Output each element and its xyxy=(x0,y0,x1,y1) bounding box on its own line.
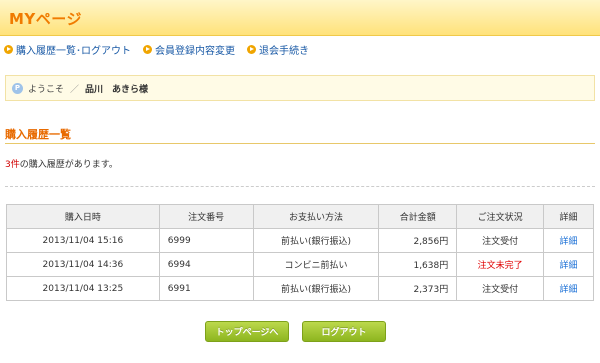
payment-method: 前払い(銀行振込) xyxy=(252,228,380,253)
order-number: 6999 xyxy=(158,228,254,253)
arrow-bullet-icon xyxy=(4,44,13,54)
welcome-greeting: ようこそ xyxy=(28,84,65,95)
table-row: 2013/11/04 13:25 6991 前払い(銀行振込) 2,373円 注… xyxy=(6,276,594,301)
history-count: 3件 xyxy=(5,160,20,170)
arrow-bullet-icon xyxy=(247,44,256,54)
table-row: 2013/11/04 15:16 6999 前払い(銀行振込) 2,856円 注… xyxy=(6,228,594,253)
column-header: 購入日時 xyxy=(6,204,160,229)
order-number: 6991 xyxy=(158,276,254,301)
top-page-button[interactable]: トップページへ xyxy=(205,321,289,342)
table-row: 2013/11/04 14:36 6994 コンビニ前払い 1,638円 注文未… xyxy=(6,252,594,277)
link-label: 会員登録内容変更 xyxy=(155,45,235,57)
order-total: 2,856円 xyxy=(378,228,458,253)
history-count-text: 3件の購入履歴があります。 xyxy=(5,157,118,170)
page-title: MYページ xyxy=(9,10,82,28)
order-date: 2013/11/04 14:36 xyxy=(6,252,160,277)
column-header: 合計金額 xyxy=(378,204,458,229)
section-divider xyxy=(5,143,595,144)
order-status: 注文受付 xyxy=(456,276,545,301)
link-withdraw[interactable]: 退会手続き xyxy=(247,42,309,57)
order-status: 注文未完了 xyxy=(456,252,545,277)
link-label: 退会手続き xyxy=(259,45,309,57)
payment-method: 前払い(銀行振込) xyxy=(252,276,380,301)
payment-method: コンビニ前払い xyxy=(252,252,380,277)
purchase-history-table: 購入日時 注文番号 お支払い方法 合計金額 ご注文状況 詳細 2013/11/0… xyxy=(6,204,594,301)
page-header: MYページ xyxy=(0,0,600,36)
logout-button[interactable]: ログアウト xyxy=(302,321,386,342)
dashed-divider xyxy=(5,186,595,187)
order-total: 2,373円 xyxy=(378,276,458,301)
point-icon: P xyxy=(12,82,23,94)
detail-cell: 詳細 xyxy=(543,228,594,253)
arrow-bullet-icon xyxy=(143,44,152,54)
order-date: 2013/11/04 15:16 xyxy=(6,228,160,253)
mypage-links: 購入履歴一覧･ログアウト 会員登録内容変更 退会手続き xyxy=(4,42,321,57)
detail-cell: 詳細 xyxy=(543,252,594,277)
column-header: ご注文状況 xyxy=(456,204,545,229)
section-title: 購入履歴一覧 xyxy=(5,128,71,141)
detail-link[interactable]: 詳細 xyxy=(560,261,578,271)
link-purchase-history-logout[interactable]: 購入履歴一覧･ログアウト xyxy=(4,42,131,57)
order-status: 注文受付 xyxy=(456,228,545,253)
link-label: 購入履歴一覧･ログアウト xyxy=(16,45,131,57)
welcome-separator: ／ xyxy=(70,84,80,95)
history-count-suffix: の購入履歴があります。 xyxy=(19,160,118,170)
detail-cell: 詳細 xyxy=(543,276,594,301)
order-date: 2013/11/04 13:25 xyxy=(6,276,160,301)
welcome-box: P ようこそ ／ 品川 あきら様 xyxy=(5,75,595,101)
column-header: 注文番号 xyxy=(158,204,254,229)
column-header: 詳細 xyxy=(543,204,594,229)
detail-link[interactable]: 詳細 xyxy=(560,285,578,295)
table-header-row: 購入日時 注文番号 お支払い方法 合計金額 ご注文状況 詳細 xyxy=(6,204,594,229)
user-name: 品川 あきら様 xyxy=(85,84,149,95)
order-number: 6994 xyxy=(158,252,254,277)
detail-link[interactable]: 詳細 xyxy=(560,237,578,247)
link-edit-member-info[interactable]: 会員登録内容変更 xyxy=(143,42,235,57)
order-total: 1,638円 xyxy=(378,252,458,277)
column-header: お支払い方法 xyxy=(252,204,380,229)
